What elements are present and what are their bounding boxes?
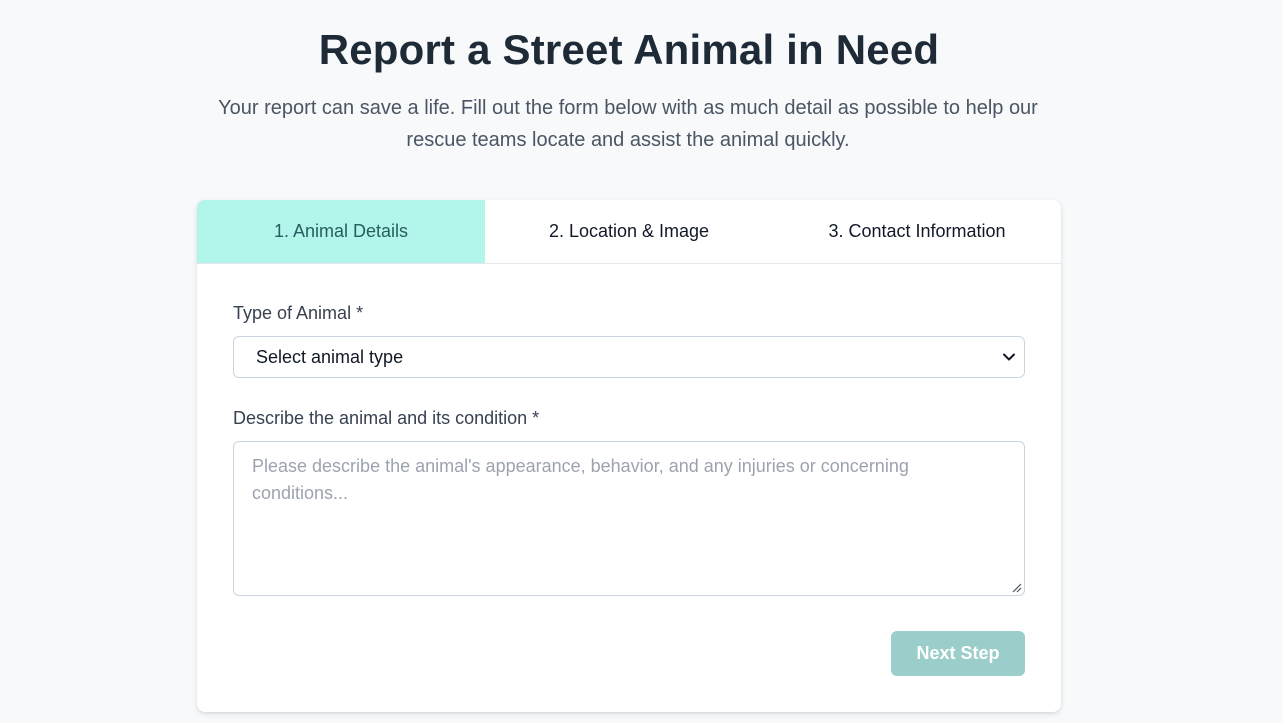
page-subtitle: Your report can save a life. Fill out th… (218, 97, 1038, 151)
tab-animal-details[interactable]: 1. Animal Details (197, 200, 485, 263)
description-textarea[interactable]: Please describe the animal's appearance,… (233, 441, 1025, 596)
page-title: Report a Street Animal in Need (318, 26, 940, 73)
resize-handle-icon[interactable] (1010, 581, 1022, 593)
description-placeholder: Please describe the animal's appearance,… (252, 456, 909, 503)
tab-location-image[interactable]: 2. Location & Image (485, 200, 773, 263)
animal-type-select[interactable]: Select animal type (233, 336, 1025, 378)
chevron-down-icon (1003, 353, 1015, 361)
animal-type-value: Select animal type (256, 346, 404, 367)
report-form-card: 1. Animal Details 2. Location & Image 3.… (197, 200, 1061, 712)
next-step-button[interactable]: Next Step (891, 631, 1025, 676)
description-label: Describe the animal and its condition * (233, 408, 540, 428)
report-page: Report a Street Animal in Need Your repo… (0, 0, 1283, 723)
animal-type-label: Type of Animal * (233, 303, 364, 323)
tab-contact-information[interactable]: 3. Contact Information (773, 200, 1061, 263)
step-tabs: 1. Animal Details 2. Location & Image 3.… (197, 200, 1061, 264)
